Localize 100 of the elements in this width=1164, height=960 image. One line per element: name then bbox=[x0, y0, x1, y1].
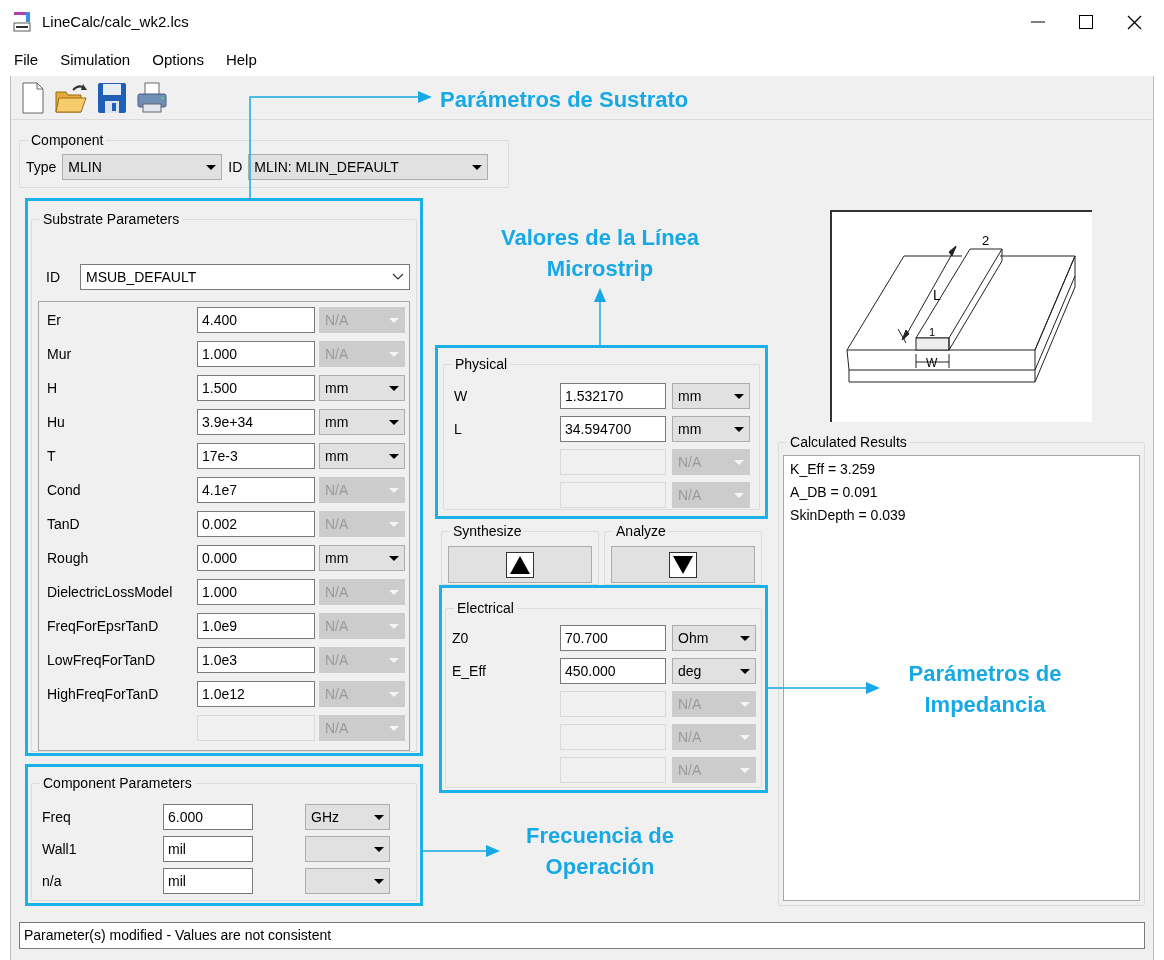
caret-icon bbox=[389, 453, 399, 459]
save-icon[interactable] bbox=[97, 81, 127, 114]
port-label: 2 bbox=[982, 233, 990, 248]
port-label: 1 bbox=[929, 326, 936, 338]
dropdown[interactable]: mm bbox=[319, 409, 405, 435]
group-title: Analyze bbox=[613, 522, 669, 540]
input-field[interactable]: 450.000 bbox=[560, 658, 666, 684]
caret-icon bbox=[389, 623, 399, 629]
printer-icon[interactable] bbox=[137, 81, 167, 114]
field-label: Cond bbox=[47, 481, 81, 498]
dropdown[interactable]: MSUB_DEFAULT bbox=[80, 264, 410, 290]
field-label: Z0 bbox=[452, 629, 469, 646]
input-field[interactable]: 1.500 bbox=[197, 375, 315, 401]
dropdown[interactable] bbox=[305, 836, 390, 862]
caret-icon bbox=[740, 635, 750, 641]
input-field[interactable]: 4.1e7 bbox=[197, 477, 315, 503]
length-label: L bbox=[933, 287, 941, 303]
input-field[interactable]: 4.400 bbox=[197, 307, 315, 333]
field-label: LowFreqForTanD bbox=[47, 651, 156, 668]
field-label: Freq bbox=[42, 808, 71, 825]
caret-icon bbox=[734, 492, 744, 498]
dropdown[interactable]: Ohm bbox=[672, 625, 756, 651]
caret-icon bbox=[389, 555, 399, 561]
callout-text: Parámetros de Impedancia bbox=[907, 660, 1063, 719]
window-title: LineCalc/calc_wk2.lcs bbox=[42, 11, 189, 32]
caret-icon bbox=[389, 725, 399, 731]
caret-icon bbox=[740, 701, 750, 707]
dropdown[interactable]: mm bbox=[672, 383, 750, 409]
status-bar: Parameter(s) modified - Values are not consistent bbox=[19, 922, 1145, 949]
field-label: FreqForEpsrTanD bbox=[47, 617, 159, 634]
caret-icon bbox=[374, 846, 384, 852]
menu-item[interactable]: Simulation bbox=[60, 48, 131, 72]
caret-icon bbox=[389, 487, 399, 493]
caret-icon bbox=[389, 419, 399, 425]
dropdown[interactable]: mm bbox=[319, 545, 405, 571]
result-line: SkinDepth = 0.039 bbox=[790, 506, 907, 525]
close-icon[interactable] bbox=[1127, 14, 1142, 30]
field-label: Type bbox=[26, 157, 57, 177]
menu-item[interactable]: File bbox=[14, 48, 39, 72]
result-line: A_DB = 0.091 bbox=[790, 483, 879, 502]
field-label: E_Eff bbox=[452, 662, 486, 679]
input-field[interactable]: 0.002 bbox=[197, 511, 315, 537]
input-field[interactable]: 1.0e3 bbox=[197, 647, 315, 673]
field-label: DielectricLossModel bbox=[47, 583, 173, 600]
input-field[interactable]: 70.700 bbox=[560, 625, 666, 651]
caret-icon bbox=[389, 317, 399, 323]
caret-icon bbox=[374, 878, 384, 884]
caret-icon bbox=[389, 589, 399, 595]
dropdown[interactable]: GHz bbox=[305, 804, 390, 830]
dropdown[interactable]: mm bbox=[319, 375, 405, 401]
field-label: TanD bbox=[47, 515, 80, 532]
input-field[interactable]: 1.000 bbox=[197, 341, 315, 367]
app-icon bbox=[12, 11, 32, 33]
field-label: T bbox=[47, 447, 56, 464]
input-field[interactable]: 1.0e12 bbox=[197, 681, 315, 707]
field-label: ID bbox=[228, 157, 243, 177]
input-field[interactable]: 1.000 bbox=[197, 579, 315, 605]
input-field[interactable]: 34.594700 bbox=[560, 416, 666, 442]
field-label: HighFreqForTanD bbox=[47, 685, 159, 702]
field-label: L bbox=[454, 420, 462, 437]
field-label: W bbox=[454, 387, 468, 404]
caret-icon bbox=[740, 668, 750, 674]
dropdown[interactable] bbox=[305, 868, 390, 894]
input-field[interactable]: 1.0e9 bbox=[197, 613, 315, 639]
dropdown[interactable]: mm bbox=[319, 443, 405, 469]
maximize-icon[interactable] bbox=[1079, 15, 1093, 29]
input-field[interactable]: 6.000 bbox=[163, 804, 253, 830]
caret-icon bbox=[389, 351, 399, 357]
dropdown[interactable]: MLIN bbox=[62, 154, 223, 180]
input-field[interactable]: 3.9e+34 bbox=[197, 409, 315, 435]
field-label: Rough bbox=[47, 549, 89, 566]
caret-icon bbox=[734, 459, 744, 465]
chevron-icon bbox=[392, 273, 404, 281]
caret-icon bbox=[740, 767, 750, 773]
field-label: Mur bbox=[47, 345, 72, 362]
callout-text: Frecuencia de Operación bbox=[525, 822, 675, 881]
input-field[interactable]: mil bbox=[163, 836, 253, 862]
caret-icon bbox=[734, 393, 744, 399]
dropdown[interactable]: deg bbox=[672, 658, 756, 684]
dropdown[interactable]: MLIN: MLIN_DEFAULT bbox=[248, 154, 489, 180]
menu-item[interactable]: Help bbox=[225, 48, 257, 72]
caret-icon bbox=[472, 164, 483, 170]
input-field[interactable]: 0.000 bbox=[197, 545, 315, 571]
field-label: Hu bbox=[47, 413, 65, 430]
caret-icon bbox=[374, 814, 384, 820]
group-title: Synthesize bbox=[450, 522, 525, 540]
caret-icon bbox=[206, 164, 217, 170]
input-field[interactable]: mil bbox=[163, 868, 253, 894]
input-field[interactable]: 17e-3 bbox=[197, 443, 315, 469]
caret-icon bbox=[389, 691, 399, 697]
callout-text: Valores de la Línea Microstrip bbox=[499, 224, 701, 283]
button[interactable] bbox=[611, 546, 756, 583]
caret-icon bbox=[740, 734, 750, 740]
caret-icon bbox=[389, 385, 399, 391]
new-file-icon[interactable] bbox=[21, 81, 45, 114]
button[interactable] bbox=[448, 546, 593, 583]
input-field[interactable]: 1.532170 bbox=[560, 383, 666, 409]
dropdown[interactable]: mm bbox=[672, 416, 750, 442]
menu-item[interactable]: Options bbox=[152, 48, 204, 72]
caret-icon bbox=[389, 521, 399, 527]
